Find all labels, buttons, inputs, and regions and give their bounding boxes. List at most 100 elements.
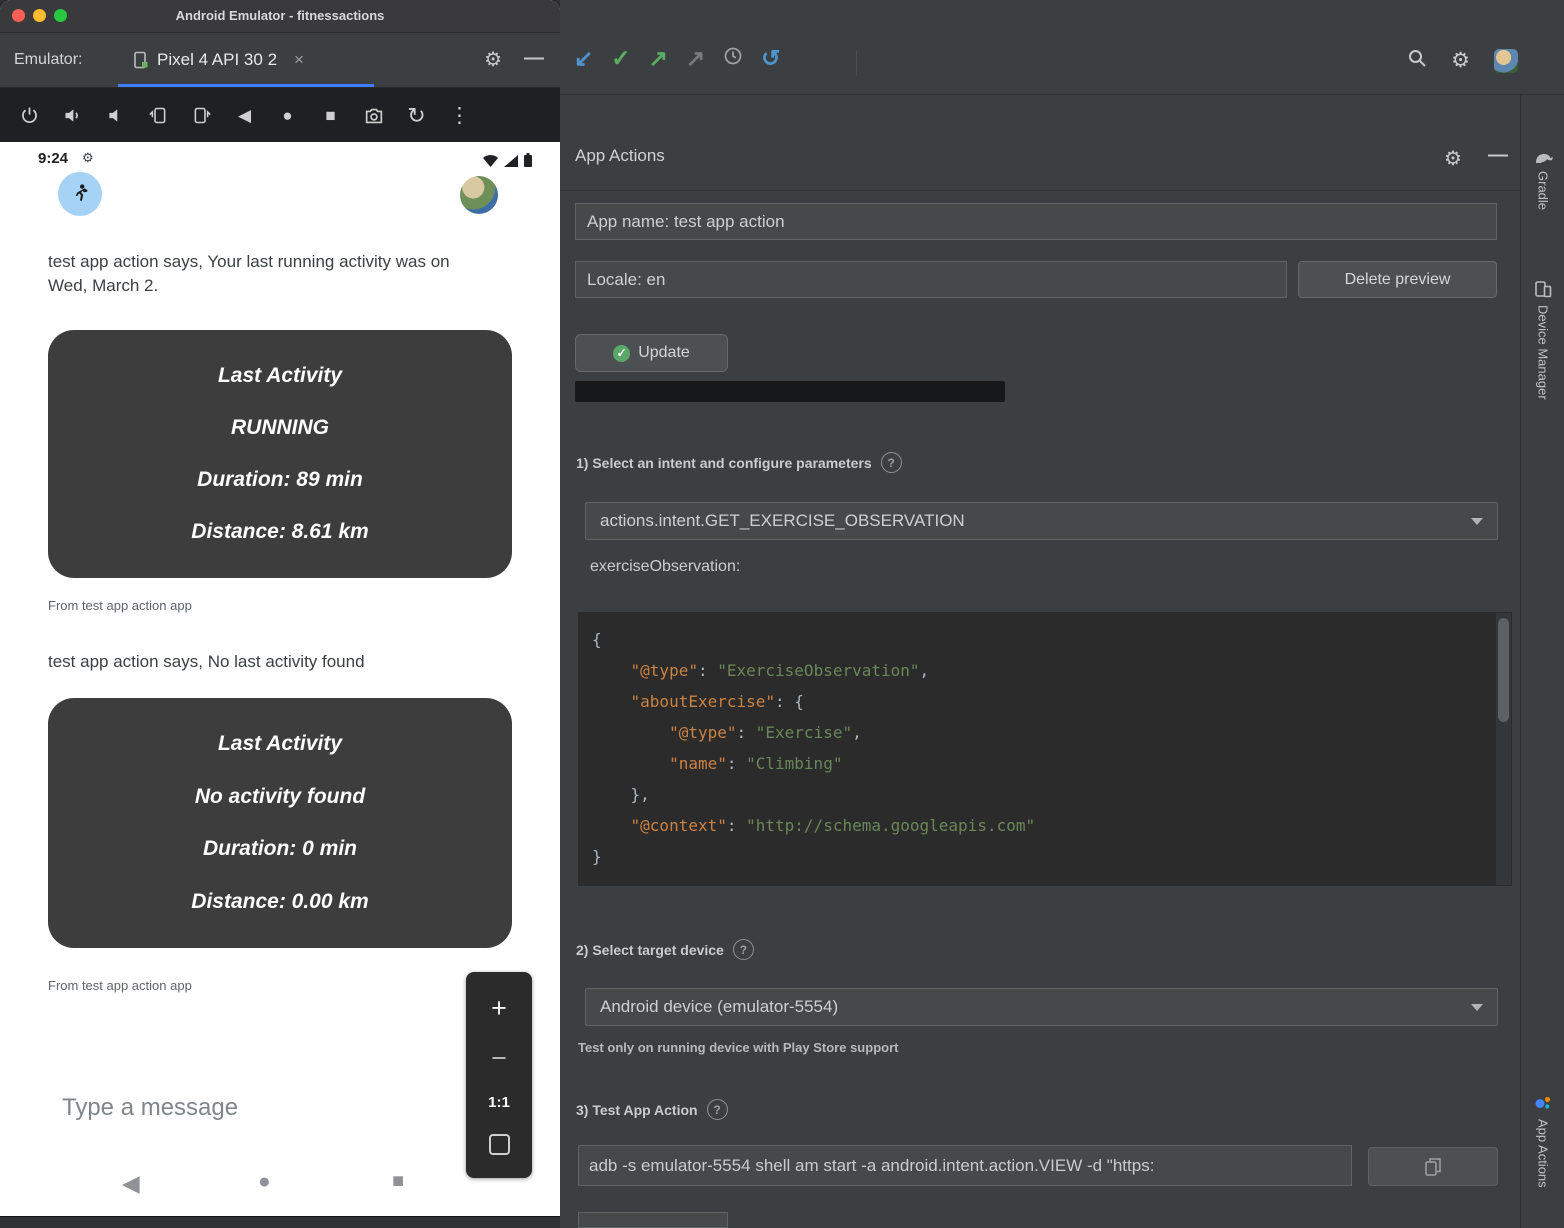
device-manager-icon (1534, 280, 1552, 298)
delete-preview-button[interactable]: Delete preview (1298, 261, 1497, 298)
emulator-settings-gear-icon[interactable]: ⚙ (484, 33, 502, 87)
volume-up-button[interactable] (51, 88, 94, 143)
activity-card-2: Last Activity No activity found Duration… (48, 698, 512, 948)
tool-window-minimize-icon[interactable]: — (1488, 144, 1508, 167)
app-name-field[interactable]: App name: test app action (575, 203, 1497, 240)
screen: Android Emulator - fitnessactions Emulat… (0, 0, 1564, 1228)
strip-device-manager-label: Device Manager (1536, 305, 1551, 400)
json-parameter-editor[interactable]: { "@type": "ExerciseObservation", "about… (578, 612, 1512, 886)
from-app-label-1: From test app action app (48, 598, 192, 613)
strip-gradle-label: Gradle (1536, 171, 1551, 210)
ide-settings-gear-icon[interactable]: ⚙ (1451, 48, 1470, 73)
runner-icon (68, 182, 92, 206)
update-label: Update (638, 344, 690, 362)
section-1-help-icon[interactable]: ? (881, 452, 902, 473)
signal-icon (504, 155, 518, 167)
snapshot-reset-button[interactable]: ↻ (395, 88, 438, 143)
adb-command-field[interactable]: adb -s emulator-5554 shell am start -a a… (578, 1145, 1352, 1186)
home-button[interactable]: ● (266, 88, 309, 143)
commit-check-icon[interactable]: ✓ (611, 47, 630, 70)
section-2-header: 2) Select target device ? (576, 939, 754, 960)
strip-app-actions-label: App Actions (1536, 1119, 1551, 1188)
back-button[interactable]: ◀ (223, 88, 266, 143)
card2-distance: Distance: 0.00 km (60, 890, 500, 914)
tool-window-strip: Gradle Device Manager App Actions (1520, 95, 1564, 1228)
strip-device-manager[interactable]: Device Manager (1521, 280, 1564, 400)
volume-down-button[interactable] (94, 88, 137, 143)
status-icons (483, 153, 532, 167)
gradle-icon (1533, 150, 1553, 164)
chevron-down-icon (1471, 1004, 1483, 1011)
zoom-in-button[interactable]: + (491, 995, 507, 1022)
jump-to-source-icon[interactable]: ↙ (574, 47, 593, 70)
from-app-label-2: From test app action app (48, 978, 192, 993)
panel-divider (560, 190, 1520, 191)
zoom-out-button[interactable]: − (491, 1045, 507, 1072)
emulator-zoom-panel: + − 1:1 (466, 972, 532, 1178)
strip-app-actions[interactable]: App Actions (1521, 1094, 1564, 1188)
message-input[interactable]: Type a message (62, 1094, 238, 1122)
device-tab[interactable]: Pixel 4 API 30 2 × (118, 33, 374, 87)
status-time: 9:24 (38, 150, 68, 167)
macos-titlebar[interactable]: Android Emulator - fitnessactions (0, 0, 560, 33)
history-clock-icon[interactable] (723, 46, 743, 70)
target-device-dropdown[interactable]: Android device (emulator-5554) (585, 988, 1498, 1026)
rotate-left-button[interactable] (137, 88, 180, 143)
code-scrollbar-thumb[interactable] (1498, 618, 1509, 722)
update-button[interactable]: ✓ Update (575, 334, 728, 372)
chevron-down-icon (1471, 518, 1483, 525)
nav-home-icon[interactable]: ● (258, 1170, 271, 1194)
card2-title: Last Activity (60, 732, 500, 756)
fit-to-window-icon[interactable] (489, 1134, 510, 1155)
nav-back-icon[interactable]: ◀ (122, 1170, 140, 1197)
overview-button[interactable]: ■ (309, 88, 352, 143)
more-options-button[interactable]: ⋮ (438, 88, 481, 143)
intent-dropdown[interactable]: actions.intent.GET_EXERCISE_OBSERVATION (585, 502, 1498, 540)
copy-icon (1425, 1158, 1441, 1176)
section-2-help-icon[interactable]: ? (733, 939, 754, 960)
rollback-undo-icon[interactable]: ↺ (761, 47, 780, 70)
app-actions-icon (1534, 1094, 1552, 1112)
strip-gradle[interactable]: Gradle (1521, 150, 1564, 210)
device-tab-label: Pixel 4 API 30 2 (157, 50, 277, 70)
nav-overview-icon[interactable]: ■ (392, 1170, 404, 1193)
wifi-icon (483, 155, 498, 167)
user-avatar (460, 176, 498, 214)
profile-avatar-icon[interactable] (1494, 49, 1518, 73)
power-button[interactable] (8, 88, 51, 143)
toolbar-separator (856, 50, 857, 76)
parameter-name-label: exerciseObservation: (590, 558, 740, 576)
delete-preview-label: Delete preview (1345, 271, 1451, 289)
copy-command-button[interactable] (1368, 1147, 1498, 1186)
emulator-minimize-icon[interactable]: — (524, 33, 544, 87)
assistant-message-2: test app action says, No last activity f… (48, 650, 478, 674)
zoom-reset-button[interactable]: 1:1 (488, 1094, 510, 1111)
emulator-window: Android Emulator - fitnessactions Emulat… (0, 0, 560, 1216)
section-1-header: 1) Select an intent and configure parame… (576, 452, 902, 473)
run-toolbar-icons: ↙ ✓ ↗ ↗ ↺ (574, 46, 780, 70)
partial-bottom-field (578, 1212, 728, 1228)
screenshot-camera-button[interactable] (352, 88, 395, 143)
card1-status: RUNNING (60, 416, 500, 440)
ide-toolbar: ↙ ✓ ↗ ↗ ↺ ⚙ (560, 0, 1564, 95)
assistant-message-1: test app action says, Your last running … (48, 250, 478, 298)
card1-title: Last Activity (60, 364, 500, 388)
activity-card-1: Last Activity RUNNING Duration: 89 min D… (48, 330, 512, 578)
emulator-label: Emulator: (14, 33, 82, 87)
tool-window-gear-icon[interactable]: ⚙ (1444, 146, 1462, 171)
section-2-label: 2) Select target device (576, 942, 724, 958)
locale-field[interactable]: Locale: en (575, 261, 1287, 298)
target-device-value: Android device (emulator-5554) (600, 997, 838, 1017)
active-tab-underline (118, 84, 374, 87)
tool-window-title: App Actions (575, 146, 665, 166)
section-3-header: 3) Test App Action ? (576, 1099, 728, 1120)
obscured-text-bar (575, 381, 1005, 402)
rotate-right-button[interactable] (180, 88, 223, 143)
step-arrow-icon[interactable]: ↗ (686, 47, 705, 70)
section-3-help-icon[interactable]: ? (707, 1099, 728, 1120)
search-everywhere-icon[interactable] (1407, 48, 1427, 73)
window-title: Android Emulator - fitnessactions (0, 0, 560, 32)
ide-right-icons: ⚙ (1407, 48, 1518, 73)
tab-close-icon[interactable]: × (294, 50, 304, 70)
update-project-icon[interactable]: ↗ (649, 47, 668, 70)
